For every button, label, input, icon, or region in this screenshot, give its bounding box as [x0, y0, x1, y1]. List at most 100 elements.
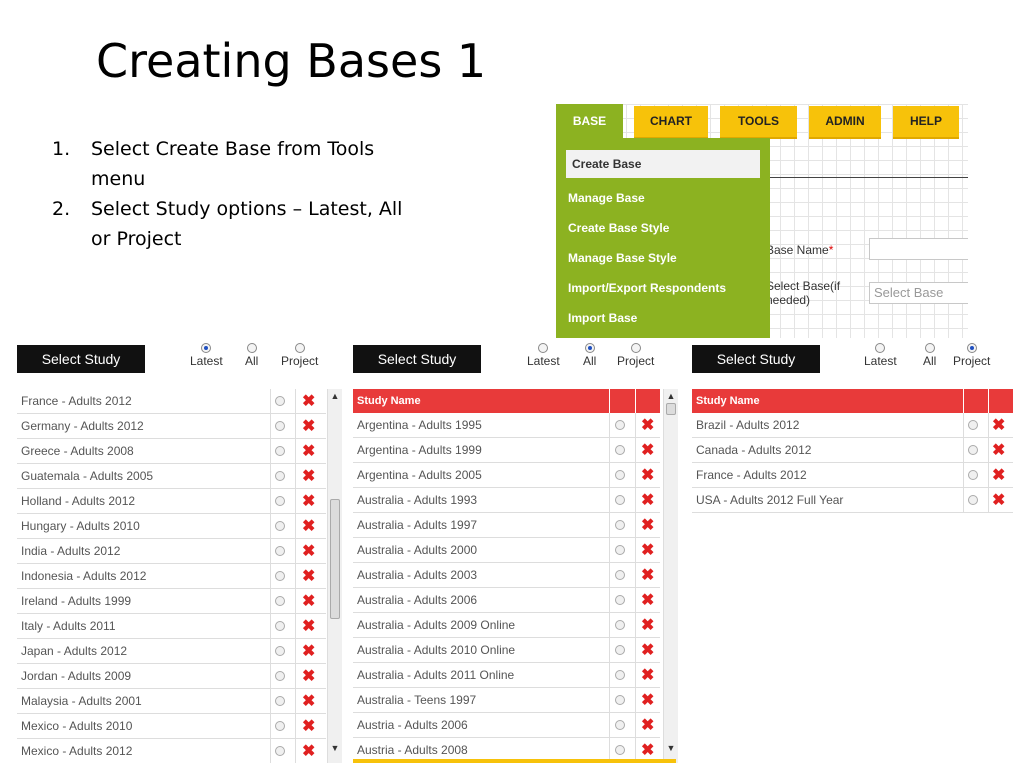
row-radio[interactable] [275, 546, 285, 556]
row-radio[interactable] [275, 646, 285, 656]
scrollbar[interactable]: ▲ ▼ [327, 389, 342, 763]
radio-all[interactable] [246, 343, 257, 353]
radio-project[interactable] [966, 343, 977, 353]
table-row[interactable]: Argentina - Adults 1999 ✖ [353, 438, 660, 463]
table-row[interactable]: Mexico - Adults 2010 ✖ [17, 714, 326, 739]
delete-icon[interactable]: ✖ [992, 413, 1005, 438]
tab-admin[interactable]: ADMIN [809, 106, 881, 139]
delete-icon[interactable]: ✖ [641, 638, 654, 663]
row-radio[interactable] [275, 421, 285, 431]
table-row[interactable]: Australia - Adults 2009 Online ✖ [353, 613, 660, 638]
option-project[interactable]: Project [953, 343, 990, 368]
menu-item-manage-base[interactable]: Manage Base [568, 191, 645, 205]
table-row[interactable]: India - Adults 2012 ✖ [17, 539, 326, 564]
table-row[interactable]: Holland - Adults 2012 ✖ [17, 489, 326, 514]
table-row[interactable]: USA - Adults 2012 Full Year ✖ [692, 488, 1013, 513]
table-row[interactable]: Germany - Adults 2012 ✖ [17, 414, 326, 439]
row-radio[interactable] [615, 745, 625, 755]
table-row[interactable]: Australia - Adults 1997 ✖ [353, 513, 660, 538]
scrollbar[interactable]: ▲ ▼ [663, 389, 678, 763]
row-radio[interactable] [275, 496, 285, 506]
table-row[interactable]: France - Adults 2012 ✖ [692, 463, 1013, 488]
delete-icon[interactable]: ✖ [302, 739, 315, 763]
delete-icon[interactable]: ✖ [302, 614, 315, 639]
tab-chart[interactable]: CHART [634, 106, 708, 139]
option-all[interactable]: All [583, 343, 596, 368]
delete-icon[interactable]: ✖ [302, 589, 315, 614]
option-latest[interactable]: Latest [864, 343, 897, 368]
table-row[interactable]: Argentina - Adults 1995 ✖ [353, 413, 660, 438]
delete-icon[interactable]: ✖ [302, 464, 315, 489]
table-row[interactable]: Australia - Adults 2011 Online ✖ [353, 663, 660, 688]
delete-icon[interactable]: ✖ [302, 514, 315, 539]
delete-icon[interactable]: ✖ [302, 664, 315, 689]
option-all[interactable]: All [923, 343, 936, 368]
scroll-down-icon[interactable]: ▼ [328, 743, 342, 753]
delete-icon[interactable]: ✖ [641, 613, 654, 638]
tab-tools[interactable]: TOOLS [720, 106, 797, 139]
table-row[interactable]: Australia - Adults 2006 ✖ [353, 588, 660, 613]
table-row[interactable]: Mexico - Adults 2012 ✖ [17, 739, 326, 763]
delete-icon[interactable]: ✖ [641, 713, 654, 738]
table-row[interactable]: Guatemala - Adults 2005 ✖ [17, 464, 326, 489]
delete-icon[interactable]: ✖ [641, 438, 654, 463]
table-row[interactable]: Jordan - Adults 2009 ✖ [17, 664, 326, 689]
delete-icon[interactable]: ✖ [302, 389, 315, 414]
table-row[interactable]: Italy - Adults 2011 ✖ [17, 614, 326, 639]
delete-icon[interactable]: ✖ [302, 489, 315, 514]
option-latest[interactable]: Latest [527, 343, 560, 368]
menu-item-create-base[interactable]: Create Base [566, 150, 760, 178]
menu-item-manage-base-style[interactable]: Manage Base Style [568, 251, 677, 265]
scroll-up-icon[interactable]: ▲ [328, 391, 342, 401]
radio-latest[interactable] [875, 343, 886, 353]
radio-project[interactable] [294, 343, 305, 353]
delete-icon[interactable]: ✖ [302, 639, 315, 664]
table-row[interactable]: Greece - Adults 2008 ✖ [17, 439, 326, 464]
row-radio[interactable] [968, 445, 978, 455]
option-all[interactable]: All [245, 343, 258, 368]
row-radio[interactable] [615, 670, 625, 680]
delete-icon[interactable]: ✖ [641, 538, 654, 563]
table-row[interactable]: Malaysia - Adults 2001 ✖ [17, 689, 326, 714]
row-radio[interactable] [275, 521, 285, 531]
row-radio[interactable] [968, 470, 978, 480]
delete-icon[interactable]: ✖ [641, 688, 654, 713]
row-radio[interactable] [615, 695, 625, 705]
option-project[interactable]: Project [281, 343, 318, 368]
row-radio[interactable] [615, 620, 625, 630]
delete-icon[interactable]: ✖ [641, 513, 654, 538]
row-radio[interactable] [275, 471, 285, 481]
scroll-down-icon[interactable]: ▼ [664, 743, 678, 753]
table-row[interactable]: Hungary - Adults 2010 ✖ [17, 514, 326, 539]
row-radio[interactable] [615, 645, 625, 655]
row-radio[interactable] [275, 596, 285, 606]
menu-item-create-base-style[interactable]: Create Base Style [568, 221, 669, 235]
menu-item-import-export-respondents[interactable]: Import/Export Respondents [568, 281, 726, 295]
scroll-up-icon[interactable]: ▲ [664, 391, 678, 401]
select-base-dropdown[interactable]: Select Base [869, 282, 968, 304]
table-row[interactable]: Austria - Adults 2006 ✖ [353, 713, 660, 738]
row-radio[interactable] [615, 445, 625, 455]
delete-icon[interactable]: ✖ [641, 463, 654, 488]
radio-all[interactable] [924, 343, 935, 353]
row-radio[interactable] [275, 671, 285, 681]
row-radio[interactable] [615, 495, 625, 505]
delete-icon[interactable]: ✖ [641, 413, 654, 438]
delete-icon[interactable]: ✖ [641, 588, 654, 613]
tab-help[interactable]: HELP [893, 106, 959, 139]
delete-icon[interactable]: ✖ [992, 438, 1005, 463]
row-radio[interactable] [275, 571, 285, 581]
delete-icon[interactable]: ✖ [302, 714, 315, 739]
delete-icon[interactable]: ✖ [302, 689, 315, 714]
base-name-input[interactable] [869, 238, 968, 260]
row-radio[interactable] [275, 446, 285, 456]
table-row[interactable]: Australia - Teens 1997 ✖ [353, 688, 660, 713]
row-radio[interactable] [275, 621, 285, 631]
table-row[interactable]: Japan - Adults 2012 ✖ [17, 639, 326, 664]
table-row[interactable]: France - Adults 2012 ✖ [17, 389, 326, 414]
delete-icon[interactable]: ✖ [641, 563, 654, 588]
table-row[interactable]: Australia - Adults 1993 ✖ [353, 488, 660, 513]
row-radio[interactable] [968, 420, 978, 430]
delete-icon[interactable]: ✖ [302, 439, 315, 464]
row-radio[interactable] [615, 520, 625, 530]
